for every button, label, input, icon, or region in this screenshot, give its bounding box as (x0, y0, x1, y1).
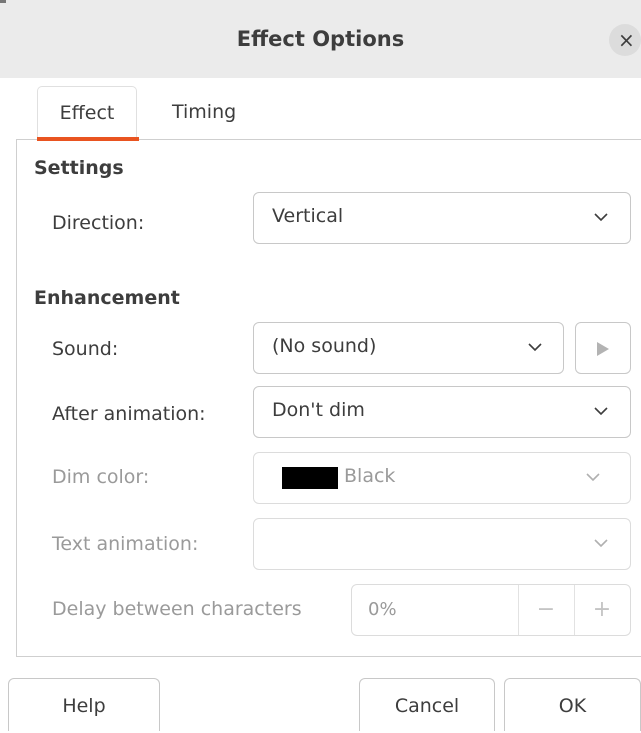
color-swatch (282, 467, 338, 489)
close-button[interactable]: × (609, 24, 641, 56)
tab-timing[interactable]: Timing (172, 86, 236, 138)
chevron-down-icon (584, 453, 604, 503)
spin-divider (518, 585, 519, 635)
direction-dropdown[interactable]: Vertical (253, 192, 631, 244)
text-animation-label: Text animation: (52, 533, 199, 555)
text-animation-dropdown[interactable] (253, 518, 631, 570)
enhancement-heading: Enhancement (34, 287, 180, 309)
ok-button[interactable]: OK (504, 678, 641, 731)
chevron-down-icon (526, 323, 546, 373)
sound-label: Sound: (52, 338, 119, 360)
direction-value: Vertical (272, 205, 344, 227)
dim-color-dropdown[interactable]: Black (253, 452, 631, 504)
delay-value: 0% (368, 599, 397, 620)
chevron-down-icon (592, 193, 612, 243)
play-icon (597, 342, 609, 356)
chevron-down-icon (592, 519, 612, 569)
settings-heading: Settings (34, 157, 124, 179)
after-animation-label: After animation: (52, 403, 206, 425)
delay-spinbox[interactable]: 0% − + (351, 584, 631, 636)
cancel-button[interactable]: Cancel (359, 678, 495, 731)
tab-effect-active-indicator (37, 137, 139, 141)
after-animation-dropdown[interactable]: Don't dim (253, 386, 631, 438)
play-sound-button[interactable] (575, 322, 631, 374)
tab-effect[interactable]: Effect (37, 86, 137, 138)
dim-color-value: Black (344, 465, 396, 487)
dim-color-label: Dim color: (52, 466, 150, 488)
decrement-button[interactable]: − (520, 585, 572, 635)
help-button[interactable]: Help (8, 678, 160, 731)
sound-value: (No sound) (272, 335, 377, 357)
delay-label: Delay between characters (52, 598, 302, 620)
close-icon: × (618, 28, 635, 52)
direction-label: Direction: (52, 212, 145, 234)
spin-divider (574, 585, 575, 635)
increment-button[interactable]: + (576, 585, 628, 635)
dialog-title: Effect Options (236, 27, 405, 51)
sound-dropdown[interactable]: (No sound) (253, 322, 564, 374)
after-animation-value: Don't dim (272, 399, 365, 421)
chevron-down-icon (592, 387, 612, 437)
